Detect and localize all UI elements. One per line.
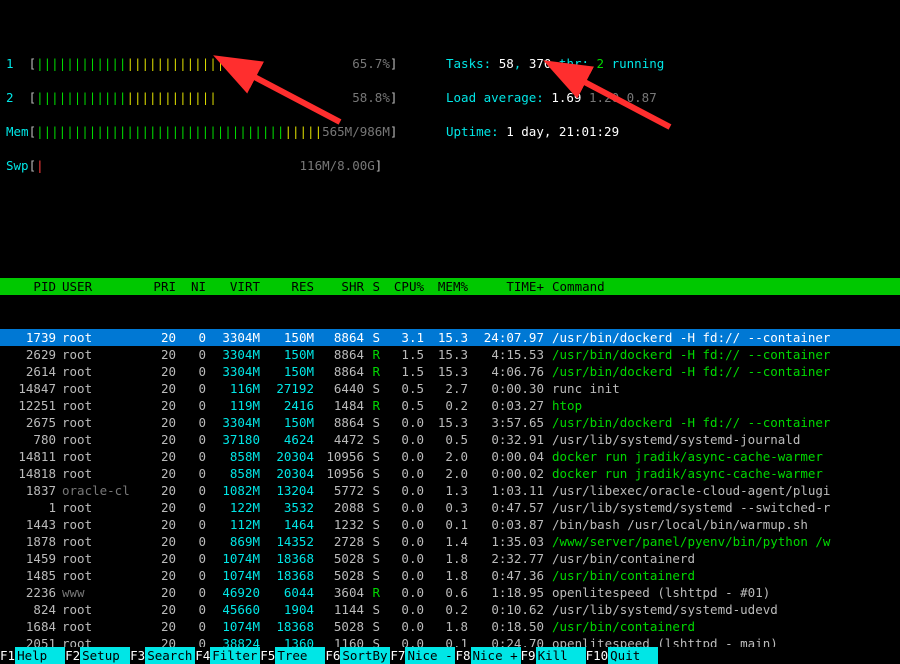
- col-cpu[interactable]: CPU%: [380, 278, 424, 295]
- flabel-filter[interactable]: Filter: [210, 647, 260, 664]
- flabel-setup[interactable]: Setup: [80, 647, 130, 664]
- col-cmd[interactable]: Command: [544, 279, 605, 294]
- col-virt[interactable]: VIRT: [206, 278, 260, 295]
- footer-bar[interactable]: F1HelpF2SetupF3SearchF4FilterF5TreeF6Sor…: [0, 647, 900, 664]
- header-meters: 1 [||||||||||||||||||||||||| 65.7%] Task…: [0, 34, 900, 193]
- table-row[interactable]: 2675root2003304M150M8864S0.015.33:57.65/…: [0, 414, 900, 431]
- table-header[interactable]: PIDUSERPRINIVIRTRESSHRSCPU%MEM%TIME+Comm…: [0, 278, 900, 295]
- fkey-F10[interactable]: F10: [586, 648, 609, 663]
- table-row[interactable]: 824root2004566019041144S0.00.20:10.62/us…: [0, 601, 900, 618]
- table-row[interactable]: 14811root200858M2030410956S0.02.00:00.04…: [0, 448, 900, 465]
- col-pri[interactable]: PRI: [142, 278, 176, 295]
- swp-bar: Swp[| 116M/8.00G]: [6, 157, 446, 174]
- flabel-kill[interactable]: Kill: [536, 647, 586, 664]
- fkey-F1[interactable]: F1: [0, 648, 15, 663]
- table-row[interactable]: 12251root200119M24161484R0.50.20:03.27ht…: [0, 397, 900, 414]
- col-ni[interactable]: NI: [176, 278, 206, 295]
- table-row[interactable]: 1443root200112M14641232S0.00.10:03.87/bi…: [0, 516, 900, 533]
- flabel-sortby[interactable]: SortBy: [340, 647, 390, 664]
- terminal: 1 [||||||||||||||||||||||||| 65.7%] Task…: [0, 0, 900, 664]
- table-row[interactable]: 1485root2001074M183685028S0.01.80:47.36/…: [0, 567, 900, 584]
- col-shr[interactable]: SHR: [314, 278, 364, 295]
- table-row[interactable]: 2629root2003304M150M8864R1.515.34:15.53/…: [0, 346, 900, 363]
- col-pid[interactable]: PID: [6, 278, 56, 295]
- fkey-F3[interactable]: F3: [130, 648, 145, 663]
- flabel-search[interactable]: Search: [145, 647, 195, 664]
- process-table[interactable]: 1739root2003304M150M8864S3.115.324:07.97…: [0, 329, 900, 664]
- flabel-tree[interactable]: Tree: [275, 647, 325, 664]
- table-row[interactable]: 2236www2004692060443604R0.00.61:18.95ope…: [0, 584, 900, 601]
- col-user[interactable]: USER: [56, 278, 142, 295]
- table-row[interactable]: 1root200122M35322088S0.00.30:47.57/usr/l…: [0, 499, 900, 516]
- cpu1-bar: 1 [||||||||||||||||||||||||| 65.7%]: [6, 55, 446, 72]
- fkey-F6[interactable]: F6: [325, 648, 340, 663]
- flabel-quit[interactable]: Quit: [608, 647, 658, 664]
- uptime-line: Uptime: 1 day, 21:01:29: [446, 123, 619, 140]
- col-s[interactable]: S: [364, 278, 380, 295]
- col-time[interactable]: TIME+: [468, 278, 544, 295]
- fkey-F2[interactable]: F2: [65, 648, 80, 663]
- table-row[interactable]: 14818root200858M2030410956S0.02.00:00.02…: [0, 465, 900, 482]
- flabel-help[interactable]: Help: [15, 647, 65, 664]
- table-row[interactable]: 2614root2003304M150M8864R1.515.34:06.76/…: [0, 363, 900, 380]
- fkey-F9[interactable]: F9: [521, 648, 536, 663]
- flabel-nice -[interactable]: Nice -: [405, 647, 455, 664]
- mem-bar: Mem[||||||||||||||||||||||||||||||||||||…: [6, 123, 446, 140]
- fkey-F5[interactable]: F5: [260, 648, 275, 663]
- tasks-line: Tasks: 58, 370 thr; 2 running: [446, 55, 664, 72]
- table-row[interactable]: 14847root200116M271926440S0.52.70:00.30r…: [0, 380, 900, 397]
- col-mem[interactable]: MEM%: [424, 278, 468, 295]
- load-line: Load average: 1.69 1.20 0.87: [446, 89, 657, 106]
- table-row[interactable]: 1459root2001074M183685028S0.01.82:32.77/…: [0, 550, 900, 567]
- fkey-F4[interactable]: F4: [195, 648, 210, 663]
- table-row[interactable]: 1739root2003304M150M8864S3.115.324:07.97…: [0, 329, 900, 346]
- fkey-F7[interactable]: F7: [390, 648, 405, 663]
- col-res[interactable]: RES: [260, 278, 314, 295]
- table-row[interactable]: 780root2003718046244472S0.00.50:32.91/us…: [0, 431, 900, 448]
- cpu2-bar: 2 [|||||||||||||||||||||||| 58.8%]: [6, 89, 446, 106]
- table-row[interactable]: 1878root200869M143522728S0.01.41:35.03/w…: [0, 533, 900, 550]
- table-row[interactable]: 1684root2001074M183685028S0.01.80:18.50/…: [0, 618, 900, 635]
- flabel-nice +[interactable]: Nice +: [471, 647, 521, 664]
- table-row[interactable]: 1837oracle-cl2001082M132045772S0.01.31:0…: [0, 482, 900, 499]
- fkey-F8[interactable]: F8: [455, 648, 470, 663]
